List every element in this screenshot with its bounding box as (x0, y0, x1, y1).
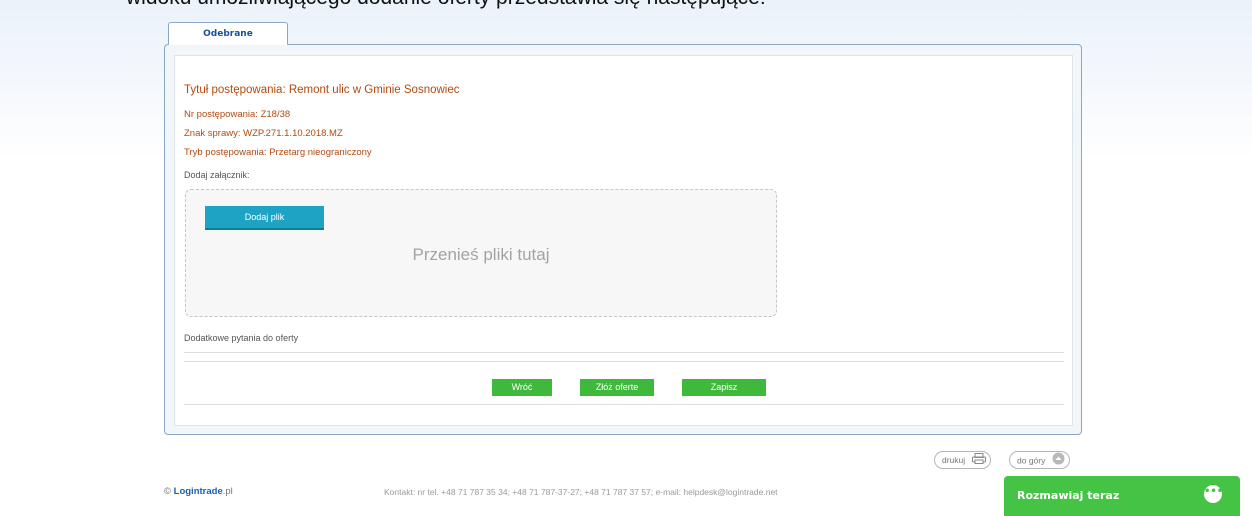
attachment-label: Dodaj załącznik: (184, 170, 250, 180)
back-button[interactable]: Wróć (492, 379, 552, 396)
additional-questions-label: Dodatkowe pytania do oferty (184, 333, 299, 343)
add-file-button[interactable]: Dodaj plik (205, 206, 324, 230)
offer-panel: Tytuł postępowania: Remont ulic w Gminie… (164, 44, 1082, 435)
procedure-number: Nr postępowania: Z18/38 (184, 109, 291, 120)
footer-contact: Kontakt: nr tel. +48 71 787 35 34; +48 7… (384, 487, 778, 497)
offer-form: Tytuł postępowania: Remont ulic w Gminie… (174, 55, 1073, 426)
back-to-top-button[interactable]: do góry (1009, 451, 1070, 469)
procedure-mode: Tryb postępowania: Przetarg nieograniczo… (184, 147, 372, 158)
file-dropzone[interactable]: Dodaj plik Przenieś pliki tutaj (185, 189, 777, 317)
procedure-title: Tytuł postępowania: Remont ulic w Gminie… (184, 84, 460, 96)
brand-link[interactable]: Logintrade (174, 486, 223, 497)
save-button[interactable]: Zapisz (682, 379, 766, 396)
drop-hint: Przenieś pliki tutaj (412, 245, 550, 264)
submit-offer-button[interactable]: Złóż oferte (580, 379, 654, 396)
divider (184, 404, 1064, 405)
case-reference: Znak sprawy: WZP.271.1.10.2018.MZ (184, 128, 343, 139)
copyright-symbol: © (164, 486, 171, 497)
chat-label: Rozmawiaj teraz (1017, 489, 1120, 502)
brand-suffix: .pl (222, 486, 233, 497)
arrow-up-circle-icon (1052, 452, 1065, 470)
tab-received[interactable]: Odebrane (168, 22, 288, 45)
document-caption: widoku umożliwiającego dodanie oferty pr… (126, 0, 766, 10)
divider (184, 352, 1064, 353)
back-to-top-label: do góry (1017, 455, 1046, 466)
print-label: drukuj (942, 455, 966, 465)
printer-icon (971, 452, 986, 469)
footer-brand: © Logintrade.pl (164, 486, 233, 497)
live-chat-button[interactable]: Rozmawiaj teraz ••• (1004, 476, 1240, 516)
print-button[interactable]: drukuj (934, 451, 991, 469)
divider (184, 361, 1064, 362)
chat-bubble-icon: ••• (1204, 485, 1223, 503)
